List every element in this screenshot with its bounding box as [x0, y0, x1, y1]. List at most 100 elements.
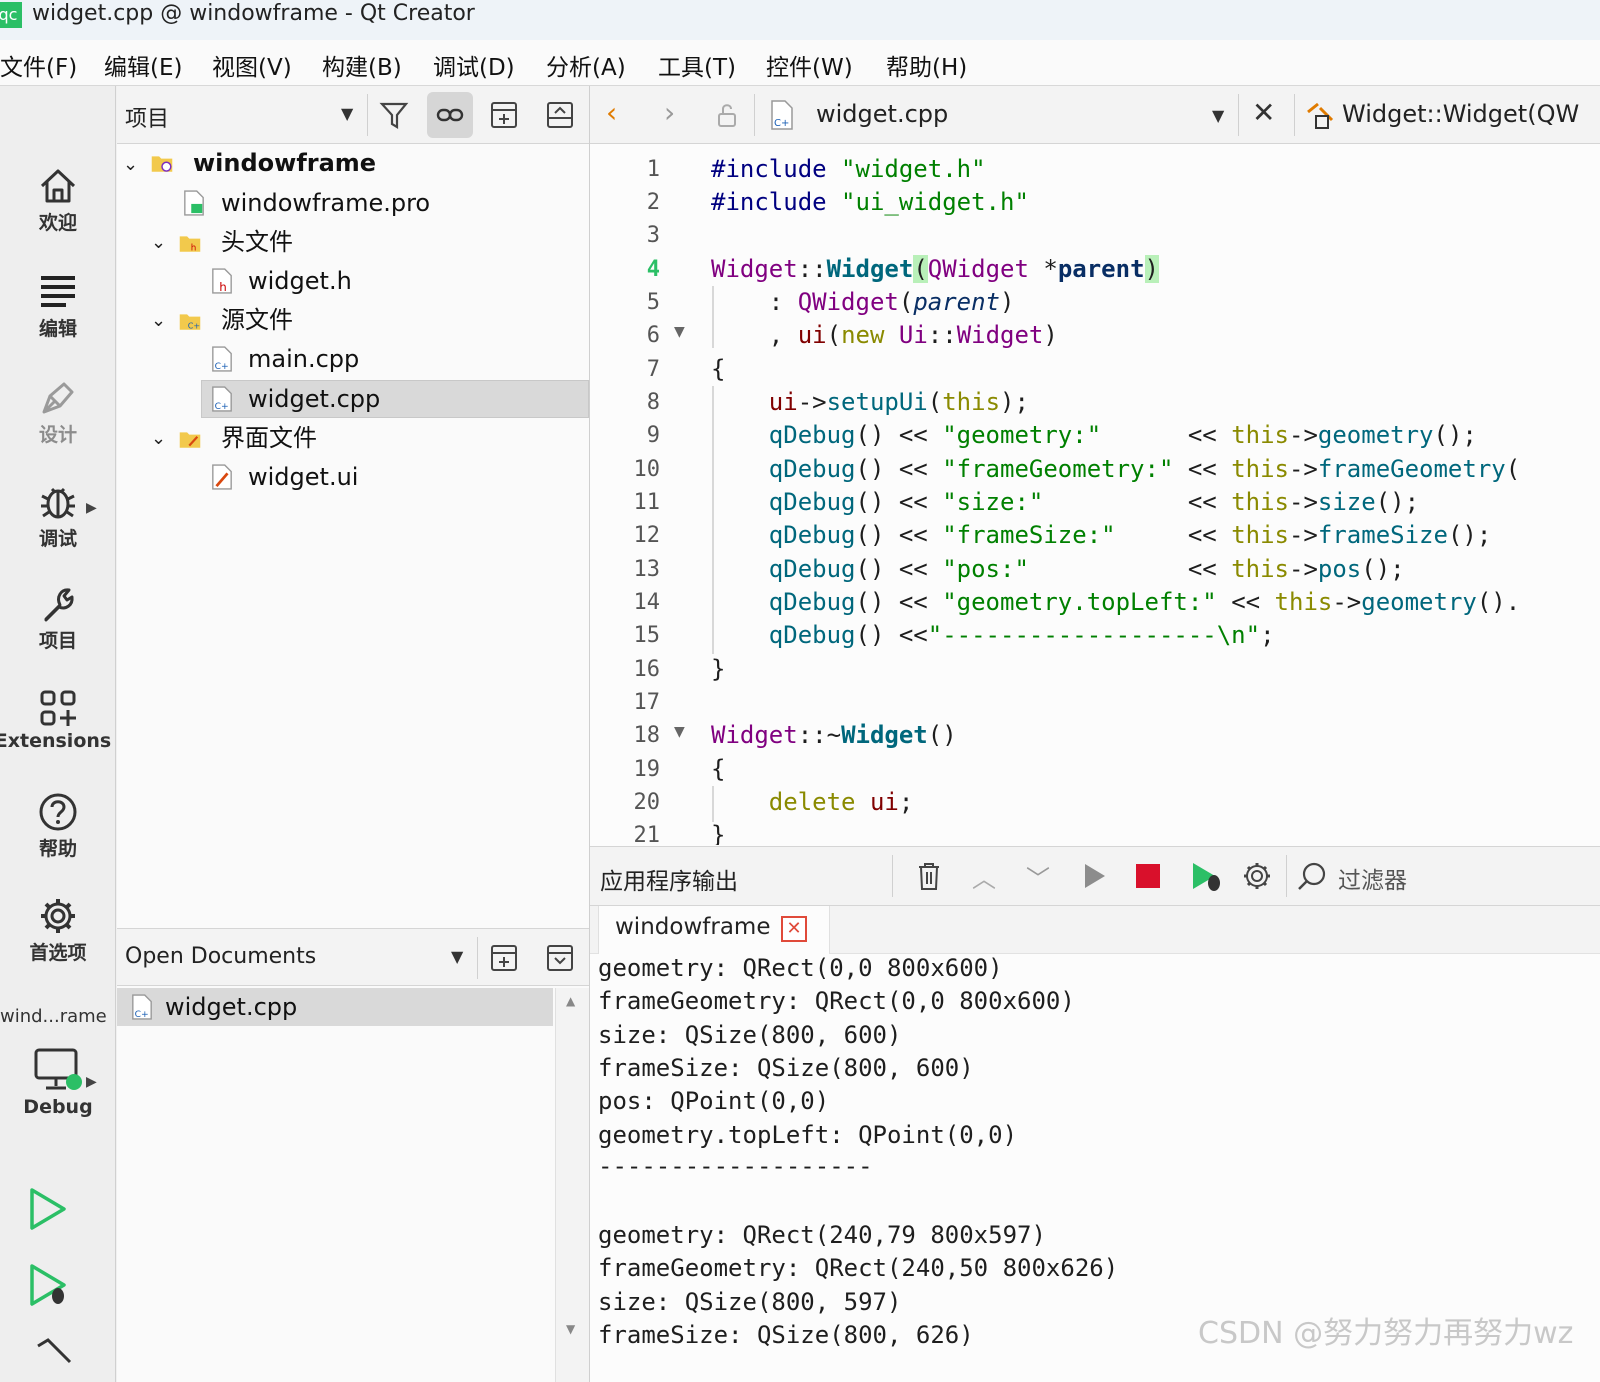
scroll-up-icon[interactable]: ▲ — [566, 994, 575, 1008]
symbol-dropdown[interactable]: Widget::Widget(QW — [1342, 100, 1579, 128]
stop-button[interactable] — [1136, 864, 1160, 888]
unlock-icon[interactable] — [714, 102, 742, 130]
tree-headers-folder[interactable]: 头文件 — [221, 223, 293, 261]
close-editor-icon[interactable]: ✕ — [1252, 96, 1275, 129]
mode-help[interactable]: 帮助 — [0, 792, 116, 861]
kit-arrow-icon[interactable]: ▶ — [86, 1074, 97, 1090]
menu-analyze[interactable]: 分析(A) — [546, 48, 626, 82]
line-number: 18 — [633, 723, 661, 748]
split-add-icon[interactable] — [489, 943, 519, 973]
kit-selector[interactable]: Debug — [0, 1046, 116, 1118]
sync-link-button[interactable] — [427, 92, 473, 138]
line-number: 10 — [633, 457, 661, 482]
output-line: geometry: QRect(0,0 800x600) — [598, 954, 1003, 982]
menu-build[interactable]: 构建(B) — [322, 48, 402, 82]
open-documents-scrollbar[interactable]: ▲ ▼ — [555, 988, 589, 1382]
output-filter-input[interactable]: 过滤器 — [1338, 861, 1407, 895]
tree-expand-headers-icon[interactable]: ⌄ — [151, 232, 166, 253]
mode-edit[interactable]: 编辑 — [0, 272, 116, 341]
line-number: 9 — [646, 423, 660, 448]
extensions-grid-icon — [40, 690, 76, 726]
attach-debugger-button[interactable] — [1190, 859, 1224, 893]
clear-trash-icon[interactable] — [916, 861, 942, 891]
line-number: 14 — [633, 590, 661, 615]
help-circle-icon — [39, 793, 77, 831]
close-panel-icon[interactable] — [545, 100, 575, 130]
tree-expand-root-icon[interactable]: ⌄ — [123, 154, 138, 175]
menu-view[interactable]: 视图(V) — [212, 48, 292, 82]
menu-file[interactable]: 文件(F) — [0, 48, 77, 82]
source-folder-icon: C+ — [179, 314, 201, 330]
mode-project[interactable]: 项目 — [0, 584, 116, 653]
tree-forms-folder[interactable]: 界面文件 — [221, 419, 317, 457]
open-documents-dropdown-icon[interactable]: ▼ — [451, 947, 463, 966]
line-number: 1 — [646, 157, 660, 182]
mode-preferences[interactable]: 首选项 — [0, 896, 116, 965]
menu-tools[interactable]: 工具(T) — [658, 48, 736, 82]
output-line: frameSize: QSize(800, 600) — [598, 1054, 974, 1082]
ui-file-icon — [212, 464, 232, 490]
tree-source-main-cpp[interactable]: main.cpp — [248, 340, 359, 378]
output-tab-windowframe[interactable]: windowframe ✕ — [598, 906, 830, 954]
previous-item-icon[interactable]: ︿ — [972, 859, 996, 894]
fold-marker-icon[interactable]: ▼ — [674, 724, 685, 740]
menu-debug[interactable]: 调试(D) — [433, 48, 515, 82]
debug-run-button[interactable] — [28, 1262, 70, 1308]
mode-debug[interactable]: 调试 — [0, 482, 116, 551]
nav-back-icon[interactable]: ‹ — [606, 96, 617, 129]
cpp-file-icon: C+ — [212, 346, 232, 372]
open-files-dropdown-icon[interactable]: ▼ — [1212, 106, 1224, 125]
editor-file-name[interactable]: widget.cpp — [816, 100, 948, 128]
watermark: CSDN @努力努力再努力wz — [1198, 1316, 1574, 1351]
kit-project-name[interactable]: wind...rame — [0, 1006, 116, 1027]
build-hammer-icon[interactable] — [34, 1338, 74, 1368]
project-panel-toolbar: 项目 ▼ — [117, 86, 589, 144]
menu-edit[interactable]: 编辑(E) — [104, 48, 182, 82]
nav-forward-icon[interactable]: › — [664, 96, 675, 129]
menu-controls[interactable]: 控件(W) — [766, 48, 853, 82]
next-item-icon[interactable]: ﹀ — [1026, 859, 1050, 894]
tree-root-windowframe[interactable]: windowframe — [193, 144, 376, 182]
mode-design-label: 设计 — [38, 424, 77, 446]
window-title: widget.cpp @ windowframe - Qt Creator — [32, 1, 475, 26]
tree-pro-file[interactable]: windowframe.pro — [221, 184, 430, 222]
tree-expand-sources-icon[interactable]: ⌄ — [151, 310, 166, 331]
svg-text:C+: C+ — [215, 361, 229, 372]
title-bar: qc widget.cpp @ windowframe - Qt Creator — [0, 0, 1600, 40]
menu-help[interactable]: 帮助(H) — [886, 48, 967, 82]
open-document-widget-cpp[interactable]: widget.cpp — [165, 988, 297, 1026]
rerun-button[interactable] — [1082, 861, 1108, 891]
mode-design[interactable]: 设计 — [0, 378, 116, 447]
output-tabs: windowframe ✕ — [590, 906, 1600, 954]
project-panel: 项目 ▼ ⌄ windowframe windowframe.pro ⌄ h 头… — [117, 86, 589, 1382]
output-line: ------------------- — [598, 1152, 873, 1180]
mode-extensions[interactable]: Extensions — [0, 688, 116, 752]
tree-sources-folder[interactable]: 源文件 — [221, 301, 293, 339]
output-line: frameGeometry: QRect(0,0 800x600) — [598, 987, 1075, 1015]
line-number: 7 — [646, 357, 660, 382]
editor-toolbar: ‹ › C+ widget.cpp ▼ ✕ Widget::Widget(QW — [590, 86, 1600, 144]
tree-header-widget-h[interactable]: widget.h — [248, 262, 352, 300]
split-add-icon[interactable] — [489, 100, 519, 130]
mode-debug-arrow-icon[interactable]: ▶ — [86, 500, 97, 516]
close-tab-icon[interactable]: ✕ — [781, 916, 807, 942]
line-number: 16 — [633, 657, 661, 682]
settings-gear-icon[interactable] — [1242, 861, 1272, 891]
tree-expand-forms-icon[interactable]: ⌄ — [151, 428, 166, 449]
svg-text:C+: C+ — [135, 1009, 149, 1020]
tree-form-widget-ui[interactable]: widget.ui — [248, 458, 358, 496]
filter-icon[interactable] — [379, 100, 411, 132]
line-number: 20 — [633, 790, 661, 815]
home-icon — [40, 169, 76, 203]
output-line: size: QSize(800, 600) — [598, 1021, 902, 1049]
svg-text:C+: C+ — [215, 401, 229, 412]
line-number: 8 — [646, 390, 660, 415]
tree-source-widget-cpp[interactable]: widget.cpp — [248, 380, 380, 418]
collapse-panel-icon[interactable] — [545, 943, 575, 973]
scroll-down-icon[interactable]: ▼ — [566, 1322, 575, 1336]
run-button[interactable] — [28, 1186, 70, 1232]
mode-welcome[interactable]: 欢迎 — [0, 166, 116, 235]
project-view-dropdown-icon[interactable]: ▼ — [341, 104, 353, 123]
line-number: 15 — [633, 623, 661, 648]
fold-marker-icon[interactable]: ▼ — [674, 324, 685, 340]
